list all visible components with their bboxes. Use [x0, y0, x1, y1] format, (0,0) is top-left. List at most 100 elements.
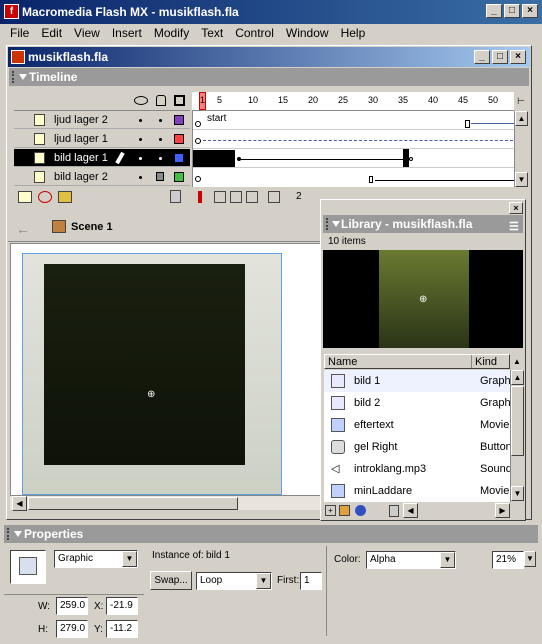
options-menu-icon[interactable]: ☰ [509, 218, 519, 236]
delete-icon[interactable] [389, 505, 399, 517]
layer-color-swatch[interactable] [174, 115, 184, 125]
alpha-slider-button[interactable]: ▼ [524, 551, 536, 567]
graphic-instance[interactable] [44, 264, 245, 465]
close-button[interactable]: × [522, 4, 538, 18]
menu-help[interactable]: Help [335, 26, 372, 40]
layer-color-swatch[interactable] [174, 172, 184, 182]
frames-grid[interactable]: start [192, 111, 515, 187]
library-header[interactable]: Library - musikflash.fla ☰ [323, 215, 523, 233]
doc-maximize-button[interactable]: □ [492, 50, 508, 64]
new-symbol-icon[interactable]: + [325, 505, 336, 516]
swap-button[interactable]: Swap... [150, 571, 192, 590]
layer-row-selected[interactable]: bild lager 1 [14, 149, 190, 167]
panel-grip[interactable] [7, 528, 11, 540]
library-close-button[interactable]: × [509, 202, 523, 214]
chevron-down-icon[interactable]: ▼ [122, 551, 137, 567]
library-item[interactable]: bild 1 Graphic [324, 370, 510, 392]
back-arrow-icon[interactable]: ← [16, 221, 30, 237]
chevron-down-icon[interactable]: ▼ [256, 573, 271, 589]
maximize-button[interactable]: □ [504, 4, 520, 18]
layer-toolbar [14, 188, 190, 206]
scroll-up-button[interactable]: ▲ [511, 370, 524, 385]
onion-outline-icon[interactable] [230, 191, 242, 203]
menu-control[interactable]: Control [229, 26, 280, 40]
menu-edit[interactable]: Edit [35, 26, 68, 40]
symbol-behavior-dropdown[interactable]: Graphic ▼ [54, 550, 138, 568]
menu-view[interactable]: View [68, 26, 106, 40]
edit-multiple-icon[interactable] [246, 191, 258, 203]
library-item[interactable]: eftertext Movie Clip [324, 414, 510, 436]
menu-text[interactable]: Text [195, 26, 229, 40]
chevron-down-icon[interactable]: ▼ [440, 552, 455, 568]
menu-file[interactable]: File [4, 26, 35, 40]
scroll-up-button[interactable]: ▲ [515, 111, 528, 126]
library-scrollbar[interactable]: ▲ ▼ [510, 370, 524, 502]
collapse-triangle-icon[interactable] [332, 221, 340, 227]
new-folder-icon[interactable] [339, 505, 350, 516]
timeline-header[interactable]: Timeline [9, 68, 529, 86]
hscroll-thumb[interactable] [28, 497, 238, 510]
insert-folder-icon[interactable] [58, 191, 72, 203]
instance-of-label: Instance of: [152, 550, 204, 561]
first-frame-input[interactable]: 1 [300, 572, 322, 590]
collapse-triangle-icon[interactable] [19, 74, 27, 80]
properties-header[interactable]: Properties [4, 525, 538, 543]
layer-row[interactable]: bild lager 2 [14, 168, 190, 186]
layer-color-swatch[interactable] [174, 153, 184, 163]
scroll-right-button[interactable]: ▶ [495, 503, 510, 518]
sort-order-icon[interactable]: ▲ [510, 354, 524, 369]
doc-minimize-button[interactable]: _ [474, 50, 490, 64]
library-item[interactable]: bild 2 Graphic [324, 392, 510, 414]
color-effect-dropdown[interactable]: Alpha ▼ [366, 551, 456, 569]
alpha-input[interactable]: 21% [492, 551, 524, 569]
registration-point-icon[interactable]: ⊕ [147, 389, 155, 400]
column-kind[interactable]: Kind [475, 356, 497, 368]
center-frame-icon[interactable] [198, 191, 202, 203]
layer-row[interactable]: ljud lager 1 [14, 130, 190, 148]
frame-label: start [207, 113, 227, 124]
doc-close-button[interactable]: × [510, 50, 526, 64]
frame-view-menu-icon[interactable]: ⊢ [514, 92, 528, 111]
layer-color-swatch[interactable] [174, 134, 184, 144]
stage-hscrollbar[interactable]: ◀ [10, 495, 322, 511]
stage-canvas[interactable]: ⊕ [22, 253, 282, 495]
panel-grip[interactable] [326, 218, 330, 230]
loop-dropdown[interactable]: Loop ▼ [196, 572, 272, 590]
scene-name[interactable]: Scene 1 [71, 221, 113, 233]
library-item[interactable]: minLaddare Movie Clip [324, 480, 510, 502]
minimize-button[interactable]: _ [486, 4, 502, 18]
modify-markers-icon[interactable] [268, 191, 280, 203]
timeline-scrollbar[interactable]: ▲ ▼ [514, 111, 528, 187]
height-input[interactable]: 279.0 [56, 620, 88, 638]
menu-modify[interactable]: Modify [148, 26, 195, 40]
scroll-left-button[interactable]: ◀ [403, 503, 418, 518]
document-icon [11, 50, 25, 64]
outline-icon[interactable] [174, 95, 185, 106]
width-input[interactable]: 259.0 [56, 597, 88, 615]
layer-row[interactable]: ljud lager 2 [14, 111, 190, 129]
scroll-left-button[interactable]: ◀ [12, 496, 27, 511]
library-item[interactable]: ◁ introklang.mp3 Sound [324, 458, 510, 480]
trash-icon[interactable] [170, 190, 181, 203]
onion-skin-icon[interactable] [214, 191, 226, 203]
library-column-header[interactable]: Name Kind [324, 354, 510, 369]
scroll-down-button[interactable]: ▼ [511, 486, 524, 501]
y-input[interactable]: -11.2 [106, 620, 138, 638]
library-item[interactable]: gel Right Button [324, 436, 510, 458]
collapse-triangle-icon[interactable] [14, 531, 22, 537]
frame-ruler[interactable]: 1 5 10 15 20 25 30 35 40 45 50 [192, 92, 514, 111]
properties-icon[interactable] [355, 505, 366, 516]
button-icon [331, 440, 345, 454]
x-input[interactable]: -21.9 [106, 597, 138, 615]
add-guide-layer-icon[interactable] [38, 191, 52, 203]
insert-layer-icon[interactable] [18, 191, 32, 203]
scroll-down-button[interactable]: ▼ [515, 172, 528, 187]
menu-insert[interactable]: Insert [106, 26, 148, 40]
eye-icon[interactable] [134, 96, 148, 105]
panel-grip[interactable] [12, 71, 16, 83]
menu-window[interactable]: Window [280, 26, 335, 40]
locked-icon[interactable] [156, 172, 164, 181]
vscroll-thumb[interactable] [511, 386, 524, 456]
lock-icon[interactable] [156, 95, 166, 106]
column-name[interactable]: Name [328, 356, 357, 368]
